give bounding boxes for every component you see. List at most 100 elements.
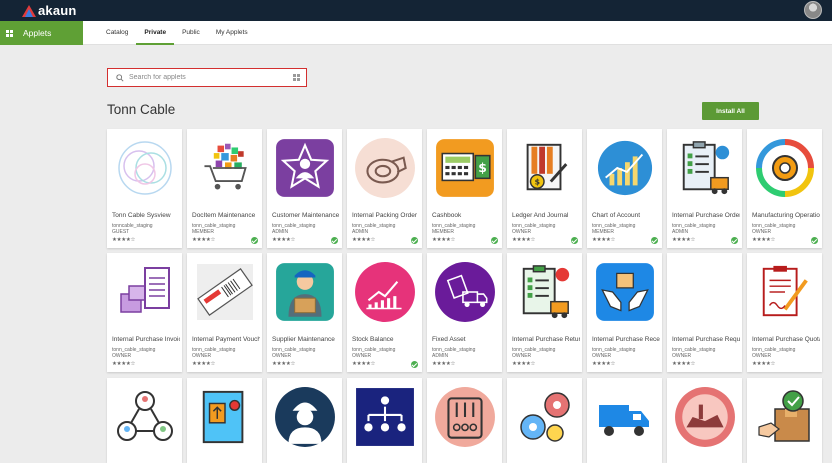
applet-name: Manufacturing Operations: [752, 212, 820, 219]
rating-stars: ★★★★☆: [272, 361, 296, 367]
ledger-icon: $: [512, 135, 577, 201]
clipboard-truck-icon: [512, 259, 577, 325]
delivery-truck-icon: [592, 384, 657, 450]
applet-card[interactable]: [587, 378, 662, 463]
rating-stars: ★★★★☆: [672, 237, 696, 243]
rating-stars: ★★★★☆: [672, 361, 696, 367]
applet-name: Tonn Cable Sysview: [112, 212, 171, 219]
apps-grid-icon: [6, 29, 13, 37]
applet-card[interactable]: Internal Purchase Receipt tonn_cable_sta…: [587, 253, 662, 372]
applet-name: Internal Purchase Receipt: [592, 336, 660, 343]
installed-check-icon: [411, 361, 418, 368]
hands-box-icon: [592, 259, 657, 325]
rating-stars: ★★★★☆: [592, 361, 616, 367]
installed-check-icon: [331, 237, 338, 244]
installed-check-icon: [811, 237, 818, 244]
rating-stars: ★★★★☆: [432, 237, 456, 243]
applet-card[interactable]: Manufacturing Operations tonn_cable_stag…: [747, 129, 822, 248]
contract-pen-icon: [752, 259, 817, 325]
rating-stars: ★★★★☆: [752, 237, 776, 243]
user-avatar[interactable]: [804, 1, 822, 19]
applet-name: Internal Purchase Requisition: [672, 336, 740, 343]
boxes-clipboard-icon: [112, 259, 177, 325]
applet-role: OWNER: [192, 353, 212, 359]
applet-card[interactable]: Internal Payment Voucher tonn_cable_stag…: [187, 253, 262, 372]
applet-role: OWNER: [512, 353, 532, 359]
applet-card[interactable]: [347, 378, 422, 463]
applet-role: OWNER: [112, 353, 132, 359]
tab-catalog[interactable]: Catalog: [98, 21, 136, 45]
applet-name: Internal Purchase Return: [512, 336, 580, 343]
applet-card[interactable]: Internal Purchase Invoice tonn_cable_sta…: [107, 253, 182, 372]
applet-card[interactable]: [107, 378, 182, 463]
applet-role: MEMBER: [192, 229, 214, 235]
applet-card[interactable]: [267, 378, 342, 463]
applet-card[interactable]: Internal Purchase Requisition tonn_cable…: [667, 253, 742, 372]
applet-card[interactable]: Stock Balance tonn_cable_staging OWNER ★…: [347, 253, 422, 372]
module-label: Applets: [23, 28, 52, 38]
search-bar: [107, 68, 307, 87]
applet-role: ADMIN: [352, 229, 369, 235]
applet-role: ADMIN: [432, 353, 449, 359]
customer-star-icon: [272, 135, 337, 201]
applet-role: ADMIN: [272, 229, 289, 235]
applet-role: MEMBER: [592, 229, 614, 235]
brand-logo[interactable]: akaun: [22, 3, 77, 18]
applet-name: DocItem Maintenance: [192, 212, 256, 219]
applet-card[interactable]: Internal Purchase Return tonn_cable_stag…: [507, 253, 582, 372]
applet-card[interactable]: [507, 378, 582, 463]
applet-card[interactable]: Fixed Asset tonn_cable_staging ADMIN ★★★…: [427, 253, 502, 372]
applet-role: OWNER: [352, 353, 372, 359]
applet-role: ADMIN: [672, 229, 689, 235]
tab-private[interactable]: Private: [136, 21, 175, 45]
search-input[interactable]: [129, 74, 293, 81]
applet-name: Internal Purchase Invoice: [112, 336, 180, 343]
install-all-button[interactable]: Install All: [702, 102, 759, 120]
nav-tabs: Catalog Private Public My Applets: [98, 21, 256, 45]
page-title: Tonn Cable: [107, 102, 176, 117]
people-network-icon: [112, 384, 177, 450]
chart-icon: [592, 135, 657, 201]
applet-role: OWNER: [752, 229, 772, 235]
rating-stars: ★★★★☆: [752, 361, 776, 367]
filter-grid-icon[interactable]: [293, 74, 300, 81]
applet-card[interactable]: [747, 378, 822, 463]
applet-name: Chart of Account: [592, 212, 641, 219]
applet-card[interactable]: [187, 378, 262, 463]
installed-check-icon: [411, 237, 418, 244]
applet-role: MEMBER: [432, 229, 454, 235]
applet-card[interactable]: DocItem Maintenance tonn_cable_staging M…: [187, 129, 262, 248]
rating-stars: ★★★★☆: [272, 237, 296, 243]
rating-stars: ★★★★☆: [192, 361, 216, 367]
document-upload-icon: [192, 384, 257, 450]
supplier-icon: [272, 259, 337, 325]
svg-text:$: $: [478, 160, 487, 175]
gears-icon: [512, 384, 577, 450]
svg-text:$: $: [534, 177, 539, 186]
factory-icon: [672, 384, 737, 450]
tab-my-applets[interactable]: My Applets: [208, 21, 256, 45]
applet-card[interactable]: $ Cashbook tonn_cable_staging MEMBER ★★★…: [427, 129, 502, 248]
applets-module[interactable]: Applets: [0, 21, 83, 45]
applet-card[interactable]: Internal Purchase Quotation tonn_cable_s…: [747, 253, 822, 372]
installed-check-icon: [651, 237, 658, 244]
rating-stars: ★★★★☆: [512, 237, 536, 243]
rating-stars: ★★★★☆: [352, 361, 376, 367]
tab-public[interactable]: Public: [174, 21, 208, 45]
applet-card[interactable]: Tonn Cable Sysview tonncable_staging GUE…: [107, 129, 182, 248]
applet-card[interactable]: [667, 378, 742, 463]
search-icon: [116, 73, 124, 82]
rating-stars: ★★★★☆: [432, 361, 456, 367]
rating-stars: ★★★★☆: [592, 237, 616, 243]
applet-name: Supplier Maintenance: [272, 336, 335, 343]
applet-card[interactable]: $ Ledger And Journal tonn_cable_staging …: [507, 129, 582, 248]
technician-icon: [272, 384, 337, 450]
applet-card[interactable]: [427, 378, 502, 463]
rating-stars: ★★★★☆: [512, 361, 536, 367]
applet-card[interactable]: Internal Packing Order tonn_cable_stagin…: [347, 129, 422, 248]
applet-card[interactable]: Chart of Account tonn_cable_staging MEMB…: [587, 129, 662, 248]
packing-tape-icon: [352, 135, 417, 201]
applet-card[interactable]: Customer Maintenance tonn_cable_staging …: [267, 129, 342, 248]
applet-card[interactable]: Supplier Maintenance tonn_cable_staging …: [267, 253, 342, 372]
applet-card[interactable]: Internal Purchase Order tonn_cable_stagi…: [667, 129, 742, 248]
